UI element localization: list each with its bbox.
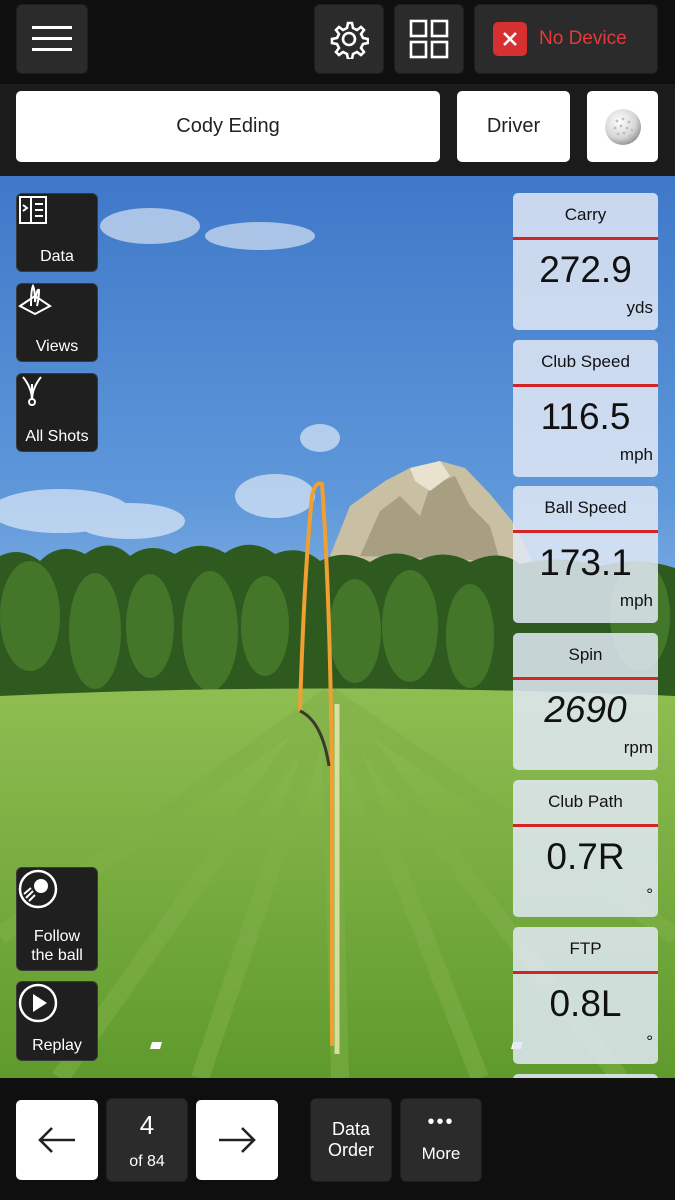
data-order-button[interactable]: Data Order [310,1098,392,1182]
all-shots-label: All Shots [25,428,89,445]
data-label: Data [40,248,74,265]
stat-title: Club Speed [541,352,630,371]
hamburger-icon [32,26,72,51]
replay-button[interactable]: Replay [16,981,98,1061]
arrow-right-icon [219,1127,256,1153]
replay-label: Replay [32,1037,82,1054]
top-bar: No Device [0,0,675,84]
bottom-bar: 4 of 84 Data Order ••• More [0,1078,675,1200]
shot-number: 4 [139,1109,155,1140]
menu-button[interactable] [16,4,88,74]
stat-value: 2690 [544,689,627,730]
grid-icon [409,19,449,59]
stat-unit: mph [619,445,653,464]
views-button[interactable]: Views [16,283,98,362]
next-shot-button[interactable] [196,1100,278,1180]
shot-dispersion-icon [22,376,42,406]
stat-divider [513,237,658,240]
follow-ball-button[interactable]: Follow the ball [16,867,98,971]
stat-unit: rpm [623,738,653,757]
more-button[interactable]: ••• More [400,1098,482,1182]
data-panel-icon [19,196,47,224]
follow-label-line1: Follow [33,928,81,945]
stat-value: 0.8L [549,983,622,1024]
club-select-button[interactable]: Driver [457,91,570,162]
stat-unit: ° [646,885,653,904]
player-name: Cody Eding [176,115,280,137]
follow-label-line2: the ball [31,947,83,964]
stat-title: FTP [569,939,602,958]
more-dots-icon: ••• [427,1110,455,1133]
device-status-button[interactable]: No Device [474,4,658,74]
stat-card-club-path[interactable]: Club Path 0.7R ° [513,780,658,917]
close-icon [493,22,527,56]
shot-counter[interactable]: 4 of 84 [106,1098,188,1182]
stat-unit: ° [646,1032,653,1051]
stat-value: 0.7R [546,836,625,877]
more-label: More [421,1143,461,1163]
views-label: Views [35,338,79,355]
stat-divider [513,530,658,533]
golf-course-view[interactable]: Data Views All Shots Follow the ball Rep… [0,176,675,1078]
stat-card-club-speed[interactable]: Club Speed 116.5 mph [513,340,658,477]
stat-value: 116.5 [540,396,631,437]
arrow-left-icon [38,1127,75,1153]
stat-title: Ball Speed [544,498,627,517]
stat-value: 173.1 [539,542,632,583]
camera-views-icon [18,284,52,316]
stat-unit: yds [626,298,653,317]
player-select-button[interactable]: Cody Eding [16,91,440,162]
stat-divider [513,824,658,827]
previous-shot-button[interactable] [16,1100,98,1180]
follow-ball-icon [18,869,58,909]
data-order-line2: Order [327,1140,374,1160]
stat-title: Carry [564,205,607,224]
golf-ball-icon [604,108,641,145]
data-order-line1: Data [331,1119,371,1139]
player-bar: Cody Eding Driver [0,84,675,176]
stat-title: Club Path [548,792,623,811]
stat-unit: mph [619,591,653,610]
data-button[interactable]: Data [16,193,98,272]
stat-card-ball-speed[interactable]: Ball Speed 173.1 mph [513,486,658,623]
stat-card-carry[interactable]: Carry 272.9 yds [513,193,658,330]
stat-divider [513,384,658,387]
stat-card-spin[interactable]: Spin 2690 rpm [513,633,658,770]
stat-divider [513,677,658,680]
gear-icon [330,21,369,59]
stat-title: Spin [568,645,603,664]
device-status-label: No Device [539,28,627,49]
club-name: Driver [486,115,541,137]
play-icon [18,983,58,1023]
all-shots-button[interactable]: All Shots [16,373,98,452]
shot-total: of 84 [129,1152,165,1170]
ball-select-button[interactable] [587,91,658,162]
stat-divider [513,971,658,974]
stat-card-ftp[interactable]: FTP 0.8L ° [513,927,658,1064]
grid-view-button[interactable] [394,4,464,74]
stat-value: 272.9 [539,249,632,290]
settings-button[interactable] [314,4,384,74]
